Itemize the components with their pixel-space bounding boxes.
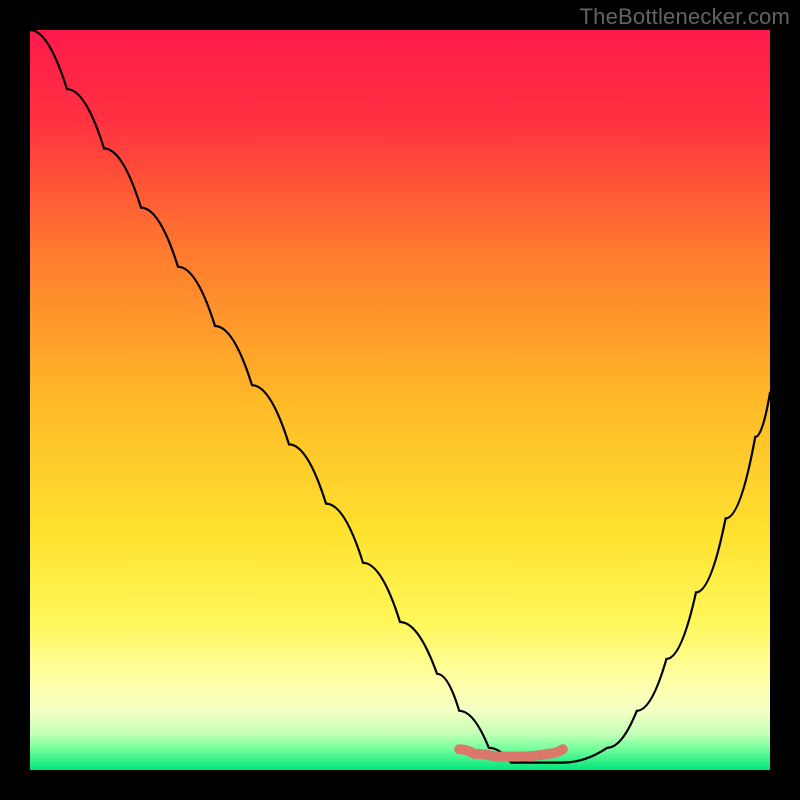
- gradient-background: [30, 30, 770, 770]
- bottleneck-chart: [30, 30, 770, 770]
- chart-frame: [30, 30, 770, 770]
- watermark-text: TheBottlenecker.com: [580, 4, 790, 30]
